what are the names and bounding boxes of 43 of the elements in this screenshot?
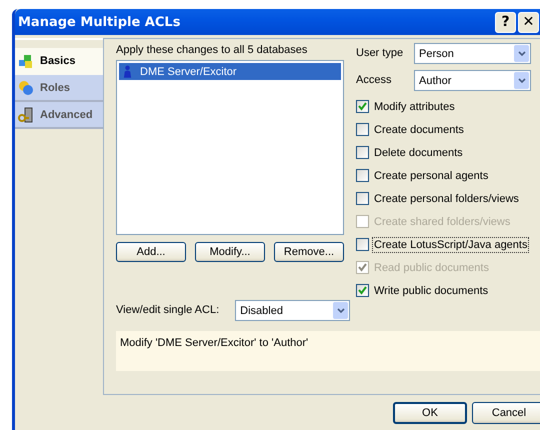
checkbox-label: Write public documents — [373, 284, 490, 298]
list-action-button[interactable]: Remove... — [274, 242, 344, 262]
checkbox-label: Create LotusScript/Java agents — [372, 236, 530, 252]
access-label: Access — [356, 73, 392, 88]
close-button[interactable]: ✕ — [518, 12, 539, 32]
sidebar-tab[interactable]: Basics — [15, 48, 103, 75]
list-action-button[interactable]: Modify... — [195, 242, 265, 262]
message-text: Modify 'DME Server/Excitor' to 'Author' — [120, 337, 308, 349]
checkbox-label: Create shared folders/views — [373, 214, 512, 230]
checkbox-label: Delete documents — [373, 146, 464, 160]
user-type-dropdown[interactable]: Person — [414, 43, 531, 64]
key-server-icon — [18, 106, 34, 122]
single-acl-dropdown[interactable]: Disabled — [235, 300, 350, 321]
checkbox[interactable] — [356, 123, 369, 136]
window-title: Manage Multiple ACLs — [18, 14, 180, 30]
sidebar-tab[interactable]: Roles — [15, 75, 103, 102]
blocks-icon — [18, 52, 34, 68]
cancel-button[interactable]: Cancel — [472, 402, 540, 424]
apply-label: Apply these changes to all 5 databases — [116, 43, 308, 58]
access-dropdown[interactable]: Author — [414, 70, 531, 91]
database-list[interactable]: DME Server/Excitor — [116, 60, 344, 235]
checkbox[interactable] — [356, 192, 369, 205]
single-acl-label: View/edit single ACL: — [116, 303, 220, 318]
checkbox[interactable] — [356, 284, 369, 297]
checkbox[interactable] — [356, 238, 369, 251]
list-item[interactable]: DME Server/Excitor — [119, 63, 341, 80]
checkbox-label: Modify attributes — [373, 100, 456, 114]
checkbox[interactable] — [356, 100, 369, 113]
sidebar-tab[interactable]: Advanced — [15, 102, 103, 129]
checkbox-label: Create personal agents — [373, 168, 490, 184]
person-icon — [123, 65, 132, 78]
checkbox-label: Read public documents — [373, 260, 490, 276]
caret-icon — [514, 45, 529, 62]
list-action-button[interactable]: Add... — [116, 242, 186, 262]
checkbox-label: Create documents — [373, 122, 465, 138]
caret-icon — [333, 302, 348, 319]
checkbox[interactable] — [356, 169, 369, 182]
checkbox-label: Create personal folders/views — [373, 192, 520, 206]
user-type-label: User type — [356, 46, 404, 61]
ok-button[interactable]: OK — [393, 402, 467, 424]
caret-icon — [514, 72, 529, 89]
checkbox[interactable] — [356, 146, 369, 159]
help-button[interactable]: ? — [495, 12, 516, 32]
